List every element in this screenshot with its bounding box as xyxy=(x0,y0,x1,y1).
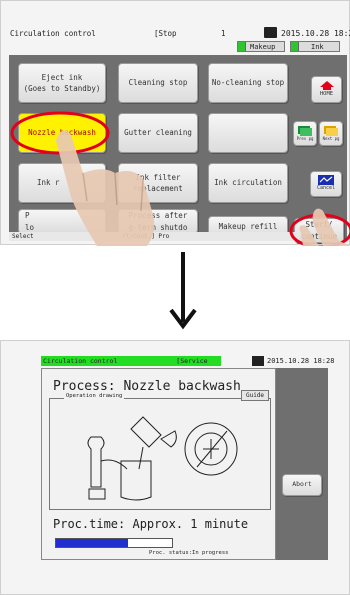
operation-screen-service: Circulation control [Service 2015.10.28 … xyxy=(0,340,350,595)
abort-button[interactable]: Abort xyxy=(282,474,322,496)
operation-drawing-label: Operation drawing xyxy=(64,393,125,399)
service-header: Circulation control [Service xyxy=(41,356,221,366)
nozzle-backwash-drawing xyxy=(87,416,238,501)
process-title: Process: Nozzle backwash xyxy=(53,379,241,394)
guide-button[interactable]: Guide xyxy=(241,390,269,401)
side-panel xyxy=(276,368,328,560)
process-status: Proc. status:In progress xyxy=(149,550,229,556)
pointing-hand-right xyxy=(299,208,350,246)
pointing-hand-left xyxy=(56,130,155,246)
progress-bar xyxy=(55,538,173,548)
communication-icon xyxy=(252,356,264,366)
operation-screen-stop: Circulation control [Stop 1 2015.10.28 1… xyxy=(0,0,350,246)
progress-fill xyxy=(56,539,128,547)
hand-illustration xyxy=(56,130,350,246)
process-time: Proc.time: Approx. 1 minute xyxy=(53,517,249,531)
datetime: 2015.10.28 18:28 xyxy=(267,357,335,365)
down-arrow-icon xyxy=(169,252,197,330)
